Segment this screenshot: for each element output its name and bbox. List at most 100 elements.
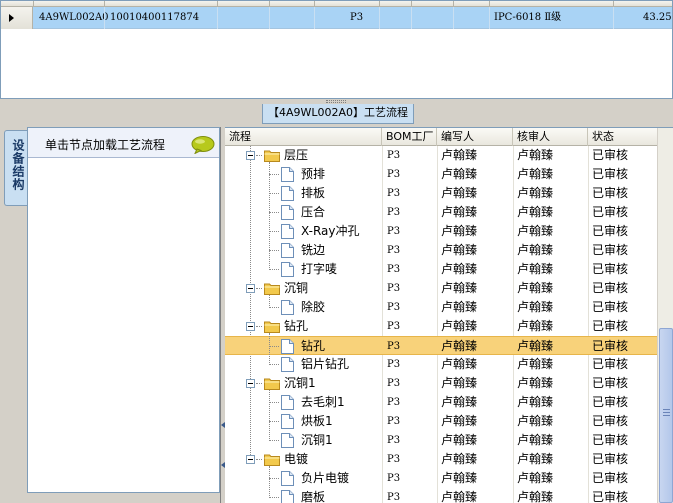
status-cell[interactable]: 已审核 xyxy=(592,241,628,260)
status-cell[interactable]: 已审核 xyxy=(592,374,628,393)
collapse-toggle-icon[interactable] xyxy=(246,151,255,160)
status-cell[interactable]: 已审核 xyxy=(592,317,628,336)
status-cell[interactable]: 已审核 xyxy=(592,222,628,241)
writer-cell[interactable]: 卢翰臻 xyxy=(441,450,477,469)
collapse-toggle-icon[interactable] xyxy=(246,379,255,388)
tree-group-row[interactable]: 沉铜1 P3 卢翰臻 卢翰臻 已审核 xyxy=(225,374,657,393)
bom-factory-cell[interactable]: P3 xyxy=(387,222,400,241)
status-cell[interactable]: 已审核 xyxy=(592,488,628,503)
bom-factory-cell[interactable]: P3 xyxy=(387,374,400,393)
bom-factory-cell[interactable]: P3 xyxy=(387,450,400,469)
tree-node-label[interactable]: 沉铜1 xyxy=(284,374,316,393)
column-header-flow[interactable]: 流程 xyxy=(225,128,382,146)
writer-cell[interactable]: 卢翰臻 xyxy=(441,146,477,165)
collapse-toggle-icon[interactable] xyxy=(246,284,255,293)
writer-cell[interactable]: 卢翰臻 xyxy=(441,279,477,298)
reviewer-cell[interactable]: 卢翰臻 xyxy=(517,374,553,393)
reviewer-cell[interactable]: 卢翰臻 xyxy=(517,260,553,279)
status-cell[interactable]: 已审核 xyxy=(592,203,628,222)
top-grid-row-selected[interactable]: 4A9WL002A0 10010400117874 P3 IPC-6018 Ⅱ级… xyxy=(1,7,672,29)
top-cell-bom[interactable]: P3 xyxy=(350,7,363,29)
tree-node-label[interactable]: 电镀 xyxy=(284,450,308,469)
bom-factory-cell[interactable]: P3 xyxy=(387,241,400,260)
writer-cell[interactable]: 卢翰臻 xyxy=(441,393,477,412)
status-cell[interactable]: 已审核 xyxy=(592,298,628,317)
collapse-toggle-icon[interactable] xyxy=(246,455,255,464)
top-cell-model[interactable]: IPC-6018 Ⅱ级 xyxy=(494,7,561,29)
bom-factory-cell[interactable]: P3 xyxy=(387,279,400,298)
tree-node-label[interactable]: 钻孔 xyxy=(301,337,325,356)
tree-step-row[interactable]: 打字唛 P3 卢翰臻 卢翰臻 已审核 xyxy=(225,260,657,279)
status-cell[interactable]: 已审核 xyxy=(592,450,628,469)
scrollbar-thumb[interactable] xyxy=(659,328,673,503)
bom-factory-cell[interactable]: P3 xyxy=(387,337,400,356)
bom-factory-cell[interactable]: P3 xyxy=(387,412,400,431)
bom-factory-cell[interactable]: P3 xyxy=(387,298,400,317)
bom-factory-cell[interactable]: P3 xyxy=(387,488,400,503)
tree-node-label[interactable]: 钻孔 xyxy=(284,317,308,336)
reviewer-cell[interactable]: 卢翰臻 xyxy=(517,146,553,165)
bom-factory-cell[interactable]: P3 xyxy=(387,260,400,279)
reviewer-cell[interactable]: 卢翰臻 xyxy=(517,393,553,412)
status-cell[interactable]: 已审核 xyxy=(592,184,628,203)
tree-node-label[interactable]: 负片电镀 xyxy=(301,469,349,488)
tree-step-row[interactable]: 磨板 P3 卢翰臻 卢翰臻 已审核 xyxy=(225,488,657,503)
reviewer-cell[interactable]: 卢翰臻 xyxy=(517,184,553,203)
tree-node-label[interactable]: 沉铜1 xyxy=(301,431,333,450)
tree-step-row[interactable]: 铣边 P3 卢翰臻 卢翰臻 已审核 xyxy=(225,241,657,260)
tree-step-row[interactable]: 沉铜1 P3 卢翰臻 卢翰臻 已审核 xyxy=(225,431,657,450)
writer-cell[interactable]: 卢翰臻 xyxy=(441,241,477,260)
status-cell[interactable]: 已审核 xyxy=(592,279,628,298)
bom-factory-cell[interactable]: P3 xyxy=(387,317,400,336)
writer-cell[interactable]: 卢翰臻 xyxy=(441,222,477,241)
tree-node-label[interactable]: 去毛刺1 xyxy=(301,393,345,412)
tab-equipment-structure[interactable]: 设备结构 xyxy=(4,130,28,206)
column-header-reviewer[interactable]: 核审人 xyxy=(513,128,588,146)
tree-step-row[interactable]: 钻孔 P3 卢翰臻 卢翰臻 已审核 xyxy=(225,336,657,355)
reviewer-cell[interactable]: 卢翰臻 xyxy=(517,241,553,260)
tree-step-row[interactable]: 去毛刺1 P3 卢翰臻 卢翰臻 已审核 xyxy=(225,393,657,412)
reviewer-cell[interactable]: 卢翰臻 xyxy=(517,337,553,356)
tree-node-label[interactable]: 打字唛 xyxy=(301,260,337,279)
status-cell[interactable]: 已审核 xyxy=(592,146,628,165)
status-cell[interactable]: 已审核 xyxy=(592,431,628,450)
bom-factory-cell[interactable]: P3 xyxy=(387,355,400,374)
bom-factory-cell[interactable]: P3 xyxy=(387,184,400,203)
bom-factory-cell[interactable]: P3 xyxy=(387,431,400,450)
tree-node-label[interactable]: 除胶 xyxy=(301,298,325,317)
tree-step-row[interactable]: 除胶 P3 卢翰臻 卢翰臻 已审核 xyxy=(225,298,657,317)
bom-factory-cell[interactable]: P3 xyxy=(387,393,400,412)
reviewer-cell[interactable]: 卢翰臻 xyxy=(517,317,553,336)
tree-step-row[interactable]: 烘板1 P3 卢翰臻 卢翰臻 已审核 xyxy=(225,412,657,431)
writer-cell[interactable]: 卢翰臻 xyxy=(441,431,477,450)
tree-step-row[interactable]: X-Ray冲孔 P3 卢翰臻 卢翰臻 已审核 xyxy=(225,222,657,241)
tree-node-label[interactable]: 层压 xyxy=(284,146,308,165)
vertical-scrollbar[interactable] xyxy=(657,128,673,503)
tree-node-label[interactable]: 排板 xyxy=(301,184,325,203)
reviewer-cell[interactable]: 卢翰臻 xyxy=(517,355,553,374)
bom-factory-cell[interactable]: P3 xyxy=(387,146,400,165)
tree-node-label[interactable]: 预排 xyxy=(301,165,325,184)
column-header-bom-factory[interactable]: BOM工厂 xyxy=(382,128,437,146)
tree-node-label[interactable]: 烘板1 xyxy=(301,412,333,431)
reviewer-cell[interactable]: 卢翰臻 xyxy=(517,469,553,488)
writer-cell[interactable]: 卢翰臻 xyxy=(441,184,477,203)
reviewer-cell[interactable]: 卢翰臻 xyxy=(517,488,553,503)
reviewer-cell[interactable]: 卢翰臻 xyxy=(517,203,553,222)
tree-step-row[interactable]: 负片电镀 P3 卢翰臻 卢翰臻 已审核 xyxy=(225,469,657,488)
writer-cell[interactable]: 卢翰臻 xyxy=(441,165,477,184)
writer-cell[interactable]: 卢翰臻 xyxy=(441,355,477,374)
writer-cell[interactable]: 卢翰臻 xyxy=(441,337,477,356)
reviewer-cell[interactable]: 卢翰臻 xyxy=(517,279,553,298)
writer-cell[interactable]: 卢翰臻 xyxy=(441,260,477,279)
tree-step-row[interactable]: 预排 P3 卢翰臻 卢翰臻 已审核 xyxy=(225,165,657,184)
tree-group-row[interactable]: 电镀 P3 卢翰臻 卢翰臻 已审核 xyxy=(225,450,657,469)
writer-cell[interactable]: 卢翰臻 xyxy=(441,412,477,431)
writer-cell[interactable]: 卢翰臻 xyxy=(441,469,477,488)
status-cell[interactable]: 已审核 xyxy=(592,165,628,184)
status-cell[interactable]: 已审核 xyxy=(592,260,628,279)
column-header-status[interactable]: 状态 xyxy=(588,128,657,146)
writer-cell[interactable]: 卢翰臻 xyxy=(441,203,477,222)
status-cell[interactable]: 已审核 xyxy=(592,355,628,374)
writer-cell[interactable]: 卢翰臻 xyxy=(441,374,477,393)
